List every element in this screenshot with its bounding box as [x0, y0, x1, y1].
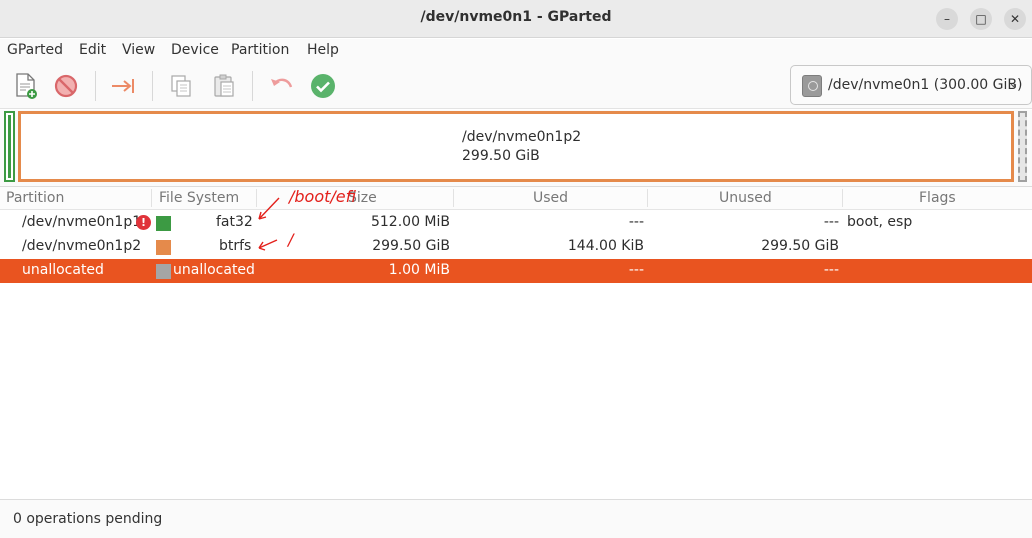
disk-map-partition-name: /dev/nvme0n1p2 — [462, 129, 582, 145]
partition-size: 1.00 MiB — [388, 262, 450, 278]
column-separator — [151, 189, 152, 207]
partition-unused: --- — [823, 262, 839, 278]
toolbar-separator — [252, 71, 253, 101]
toolbar-separator — [95, 71, 96, 101]
partition-path: /dev/nvme0n1p1 — [22, 214, 142, 230]
close-button[interactable]: ✕ — [1004, 8, 1026, 30]
disk-map-unallocated[interactable] — [1018, 111, 1027, 182]
column-separator — [842, 189, 843, 207]
title-bar: /dev/nvme0n1 - GParted – □ ✕ — [0, 0, 1032, 38]
disk-map-partition-p2[interactable]: /dev/nvme0n1p2 299.50 GiB — [18, 111, 1014, 182]
column-used[interactable]: Used — [533, 190, 568, 206]
menu-partition[interactable]: Partition — [231, 42, 289, 58]
filesystem: btrfs — [219, 238, 252, 254]
apply-icon — [311, 74, 335, 98]
column-flags[interactable]: Flags — [919, 190, 956, 206]
menu-edit[interactable]: Edit — [79, 42, 106, 58]
filesystem-color-swatch — [156, 216, 171, 231]
disk-map-partition-p1[interactable] — [4, 111, 15, 182]
used-space-fill — [8, 115, 11, 178]
new-partition-icon — [16, 73, 37, 99]
harddisk-icon — [802, 75, 822, 97]
apply-button[interactable] — [306, 69, 340, 103]
resize-move-icon — [112, 79, 134, 93]
maximize-button[interactable]: □ — [970, 8, 992, 30]
undo-icon — [271, 78, 293, 88]
table-header: Partition File System Size Used Unused F… — [0, 186, 1032, 210]
column-unused[interactable]: Unused — [719, 190, 772, 206]
disk-map-partition-size: 299.50 GiB — [462, 148, 540, 164]
status-text: 0 operations pending — [13, 511, 163, 527]
toolbar-separator — [152, 71, 153, 101]
toolbar: /dev/nvme0n1 (300.00 GiB) ⌄ — [0, 63, 1032, 109]
table-row[interactable]: /dev/nvme0n1p1 ! fat32 512.00 MiB --- --… — [0, 211, 1032, 235]
annotation-boot-efi: /boot/efi — [289, 187, 356, 206]
column-separator — [647, 189, 648, 207]
annotation-arrows — [258, 197, 280, 251]
menu-bar: GParted Edit View Device Partition Help — [0, 39, 1032, 63]
column-separator — [453, 189, 454, 207]
partition-used: 144.00 KiB — [567, 238, 644, 254]
device-selector[interactable]: /dev/nvme0n1 (300.00 GiB) ⌄ — [790, 65, 1032, 105]
column-file-system[interactable]: File System — [159, 190, 239, 206]
partition-unused: 299.50 GiB — [761, 238, 839, 254]
resize-move-button[interactable] — [106, 69, 140, 103]
paste-icon — [214, 74, 234, 97]
filesystem: unallocated — [173, 262, 255, 278]
table-row[interactable]: /dev/nvme0n1p2 btrfs 299.50 GiB 144.00 K… — [0, 235, 1032, 259]
delete-icon — [54, 74, 78, 98]
paste-button[interactable] — [207, 69, 241, 103]
annotation-arrow — [258, 197, 280, 220]
warning-icon[interactable]: ! — [136, 215, 151, 230]
menu-help[interactable]: Help — [307, 42, 339, 58]
delete-button[interactable] — [49, 69, 83, 103]
partition-path: /dev/nvme0n1p2 — [22, 238, 142, 254]
partition-used: --- — [628, 214, 644, 230]
copy-button[interactable] — [164, 69, 198, 103]
table-row-selected[interactable]: unallocated unallocated 1.00 MiB --- --- — [0, 259, 1032, 283]
filesystem: fat32 — [216, 214, 253, 230]
device-selector-label: /dev/nvme0n1 (300.00 GiB) — [828, 77, 1023, 93]
filesystem-color-swatch — [156, 240, 171, 255]
undo-button[interactable] — [264, 69, 298, 103]
new-partition-button[interactable] — [8, 69, 42, 103]
copy-icon — [171, 75, 191, 97]
minimize-button[interactable]: – — [936, 8, 958, 30]
partition-used: --- — [628, 262, 644, 278]
partition-flags: boot, esp — [847, 214, 913, 230]
partition-size: 512.00 MiB — [370, 214, 450, 230]
partition-path: unallocated — [22, 262, 104, 278]
status-bar: 0 operations pending — [0, 499, 1032, 538]
partition-unused: --- — [823, 214, 839, 230]
menu-gparted[interactable]: GParted — [7, 42, 63, 58]
column-partition[interactable]: Partition — [6, 190, 64, 206]
partition-size: 299.50 GiB — [372, 238, 450, 254]
menu-device[interactable]: Device — [171, 42, 219, 58]
chevron-down-icon: ⌄ — [1008, 76, 1019, 91]
disk-map: /dev/nvme0n1p2 299.50 GiB — [0, 110, 1032, 186]
menu-view[interactable]: View — [122, 42, 155, 58]
filesystem-color-swatch — [156, 264, 171, 279]
window-title: /dev/nvme0n1 - GParted — [420, 9, 612, 25]
